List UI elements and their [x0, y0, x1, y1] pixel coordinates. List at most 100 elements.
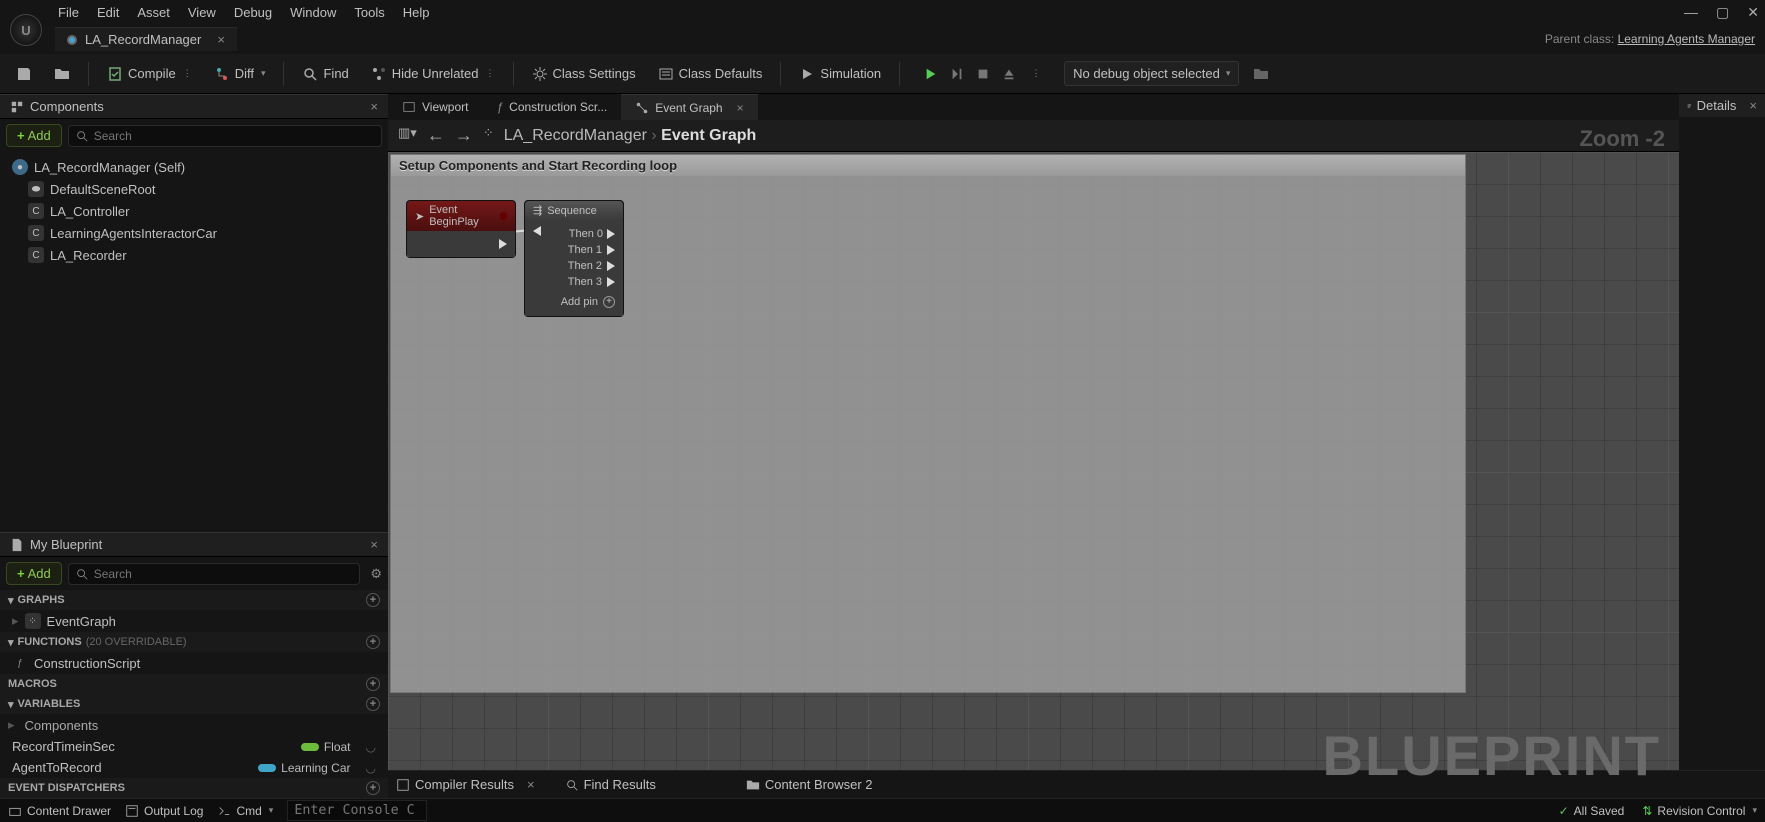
stop-button[interactable]: [972, 63, 994, 85]
add-pin-icon[interactable]: +: [603, 296, 615, 308]
functions-category[interactable]: ▾FUNCTIONS(20 OVERRIDABLE)+: [0, 632, 388, 652]
hide-unrelated-button[interactable]: Hide Unrelated⋮: [363, 62, 503, 86]
object-pill-icon: [258, 764, 276, 772]
add-graph-icon[interactable]: +: [366, 593, 380, 607]
component-self-row[interactable]: ●LA_RecordManager (Self): [0, 156, 388, 178]
graphs-category[interactable]: ▾GRAPHS+: [0, 590, 388, 610]
event-graph-tab[interactable]: Event Graph×: [621, 94, 757, 120]
locate-debug-button[interactable]: [1245, 62, 1277, 86]
blueprint-search-input[interactable]: [68, 563, 361, 585]
construction-script-tab[interactable]: ƒConstruction Scr...: [482, 94, 621, 120]
exec-out-pin[interactable]: [499, 239, 507, 249]
tab-title: LA_RecordManager: [85, 32, 201, 47]
graph-icon: ⁘: [25, 613, 41, 629]
step-button[interactable]: [946, 63, 968, 85]
menu-edit[interactable]: Edit: [97, 5, 119, 20]
diff-button[interactable]: Diff▾: [206, 62, 274, 86]
nav-back-button[interactable]: ←: [427, 125, 445, 146]
exec-out-pin[interactable]: [607, 277, 615, 287]
maximize-icon[interactable]: ▢: [1716, 4, 1729, 21]
add-macro-icon[interactable]: +: [366, 677, 380, 691]
add-variable-icon[interactable]: +: [366, 697, 380, 711]
search-icon: [75, 129, 89, 143]
exec-out-pin[interactable]: [607, 261, 615, 271]
viewport-tab[interactable]: Viewport: [388, 94, 482, 120]
add-dispatcher-icon[interactable]: +: [366, 781, 380, 795]
toolbar: Compile⋮ Diff▾ Find Hide Unrelated⋮ Clas…: [0, 54, 1765, 94]
event-graph-canvas[interactable]: Setup Components and Start Recording loo…: [388, 152, 1679, 798]
tab-close-icon[interactable]: ×: [737, 101, 744, 115]
eventdispatchers-category[interactable]: EVENT DISPATCHERS+: [0, 778, 388, 798]
document-tab[interactable]: LA_RecordManager ×: [55, 27, 237, 51]
menu-debug[interactable]: Debug: [234, 5, 272, 20]
components-subcat[interactable]: ▸Components: [0, 714, 388, 736]
sequence-node[interactable]: ⇶Sequence Then 0 Then 1 Then 2 Then 3 Ad…: [524, 200, 624, 317]
parent-class-link[interactable]: Learning Agents Manager: [1618, 32, 1755, 46]
component-row[interactable]: CLA_Recorder: [0, 244, 388, 266]
panel-close-icon[interactable]: ×: [370, 537, 378, 552]
breadcrumb-root[interactable]: LA_RecordManager: [504, 127, 647, 144]
add-function-icon[interactable]: +: [366, 635, 380, 649]
play-button[interactable]: [920, 63, 942, 85]
tab-close-icon[interactable]: ×: [217, 32, 225, 47]
panel-close-icon[interactable]: ×: [1749, 98, 1757, 113]
variable-row[interactable]: AgentToRecord Learning Car◡: [0, 757, 388, 778]
components-panel-tab[interactable]: Components ×: [0, 94, 388, 119]
settings-icon[interactable]: ⚙: [370, 566, 382, 582]
statusbar: Content Drawer Output Log Cmd▾ ✓All Save…: [0, 798, 1765, 822]
menu-window[interactable]: Window: [290, 5, 336, 20]
compile-button[interactable]: Compile⋮: [99, 62, 200, 86]
exec-out-pin[interactable]: [607, 229, 615, 239]
event-beginplay-node[interactable]: ➤Event BeginPlay: [406, 200, 516, 258]
eject-button[interactable]: [998, 63, 1020, 85]
variable-row[interactable]: RecordTimeinSec Float◡: [0, 736, 388, 757]
compiler-results-tab[interactable]: Compiler Results×: [396, 777, 535, 792]
constructionscript-row[interactable]: ƒConstructionScript: [0, 652, 388, 674]
menu-file[interactable]: File: [58, 5, 79, 20]
visibility-icon[interactable]: ◡: [366, 761, 376, 775]
eventgraph-row[interactable]: ▸⁘EventGraph: [0, 610, 388, 632]
debug-object-select[interactable]: No debug object selected▾: [1064, 61, 1239, 86]
add-component-button[interactable]: +Add: [6, 124, 62, 147]
content-drawer-button[interactable]: Content Drawer: [8, 804, 111, 818]
exec-out-pin[interactable]: [607, 245, 615, 255]
find-button[interactable]: Find: [294, 62, 356, 86]
menu-tools[interactable]: Tools: [354, 5, 384, 20]
minimize-icon[interactable]: —: [1684, 4, 1698, 21]
cmd-button[interactable]: Cmd▾: [217, 804, 273, 818]
component-row[interactable]: ⬬DefaultSceneRoot: [0, 178, 388, 200]
details-icon: [1687, 99, 1692, 113]
document-icon: [10, 538, 24, 552]
find-results-tab[interactable]: Find Results: [565, 777, 656, 792]
graph-menu-button[interactable]: ▥▾: [398, 125, 417, 146]
content-browser-tab[interactable]: Content Browser 2: [746, 777, 873, 792]
macros-category[interactable]: MACROS+: [0, 674, 388, 694]
breadcrumb-leaf: Event Graph: [661, 127, 756, 144]
add-blueprint-button[interactable]: +Add: [6, 562, 62, 585]
console-input[interactable]: [287, 800, 427, 821]
play-options-button[interactable]: ⋮: [1024, 63, 1046, 85]
details-panel-tab[interactable]: Details ×: [1679, 94, 1765, 117]
source-control-icon: ⇅: [1642, 804, 1652, 818]
myblueprint-panel-tab[interactable]: My Blueprint ×: [0, 532, 388, 557]
component-row[interactable]: CLA_Controller: [0, 200, 388, 222]
save-button[interactable]: [8, 62, 40, 86]
panel-close-icon[interactable]: ×: [370, 99, 378, 114]
menu-view[interactable]: View: [188, 5, 216, 20]
nav-forward-button[interactable]: →: [455, 125, 473, 146]
component-row[interactable]: CLearningAgentsInteractorCar: [0, 222, 388, 244]
revision-control-button[interactable]: ⇅Revision Control▾: [1642, 804, 1757, 818]
output-log-button[interactable]: Output Log: [125, 804, 203, 818]
simulation-button[interactable]: Simulation: [791, 62, 889, 86]
class-defaults-button[interactable]: Class Defaults: [650, 62, 771, 86]
actor-icon: ●: [12, 159, 28, 175]
variables-category[interactable]: ▾VARIABLES+: [0, 694, 388, 714]
menu-asset[interactable]: Asset: [137, 5, 170, 20]
close-icon[interactable]: ✕: [1747, 4, 1759, 21]
components-search-input[interactable]: [68, 125, 382, 147]
exec-in-pin[interactable]: [533, 226, 541, 236]
browse-button[interactable]: [46, 62, 78, 86]
visibility-icon[interactable]: ◡: [366, 740, 376, 754]
class-settings-button[interactable]: Class Settings: [524, 62, 644, 86]
menu-help[interactable]: Help: [403, 5, 430, 20]
